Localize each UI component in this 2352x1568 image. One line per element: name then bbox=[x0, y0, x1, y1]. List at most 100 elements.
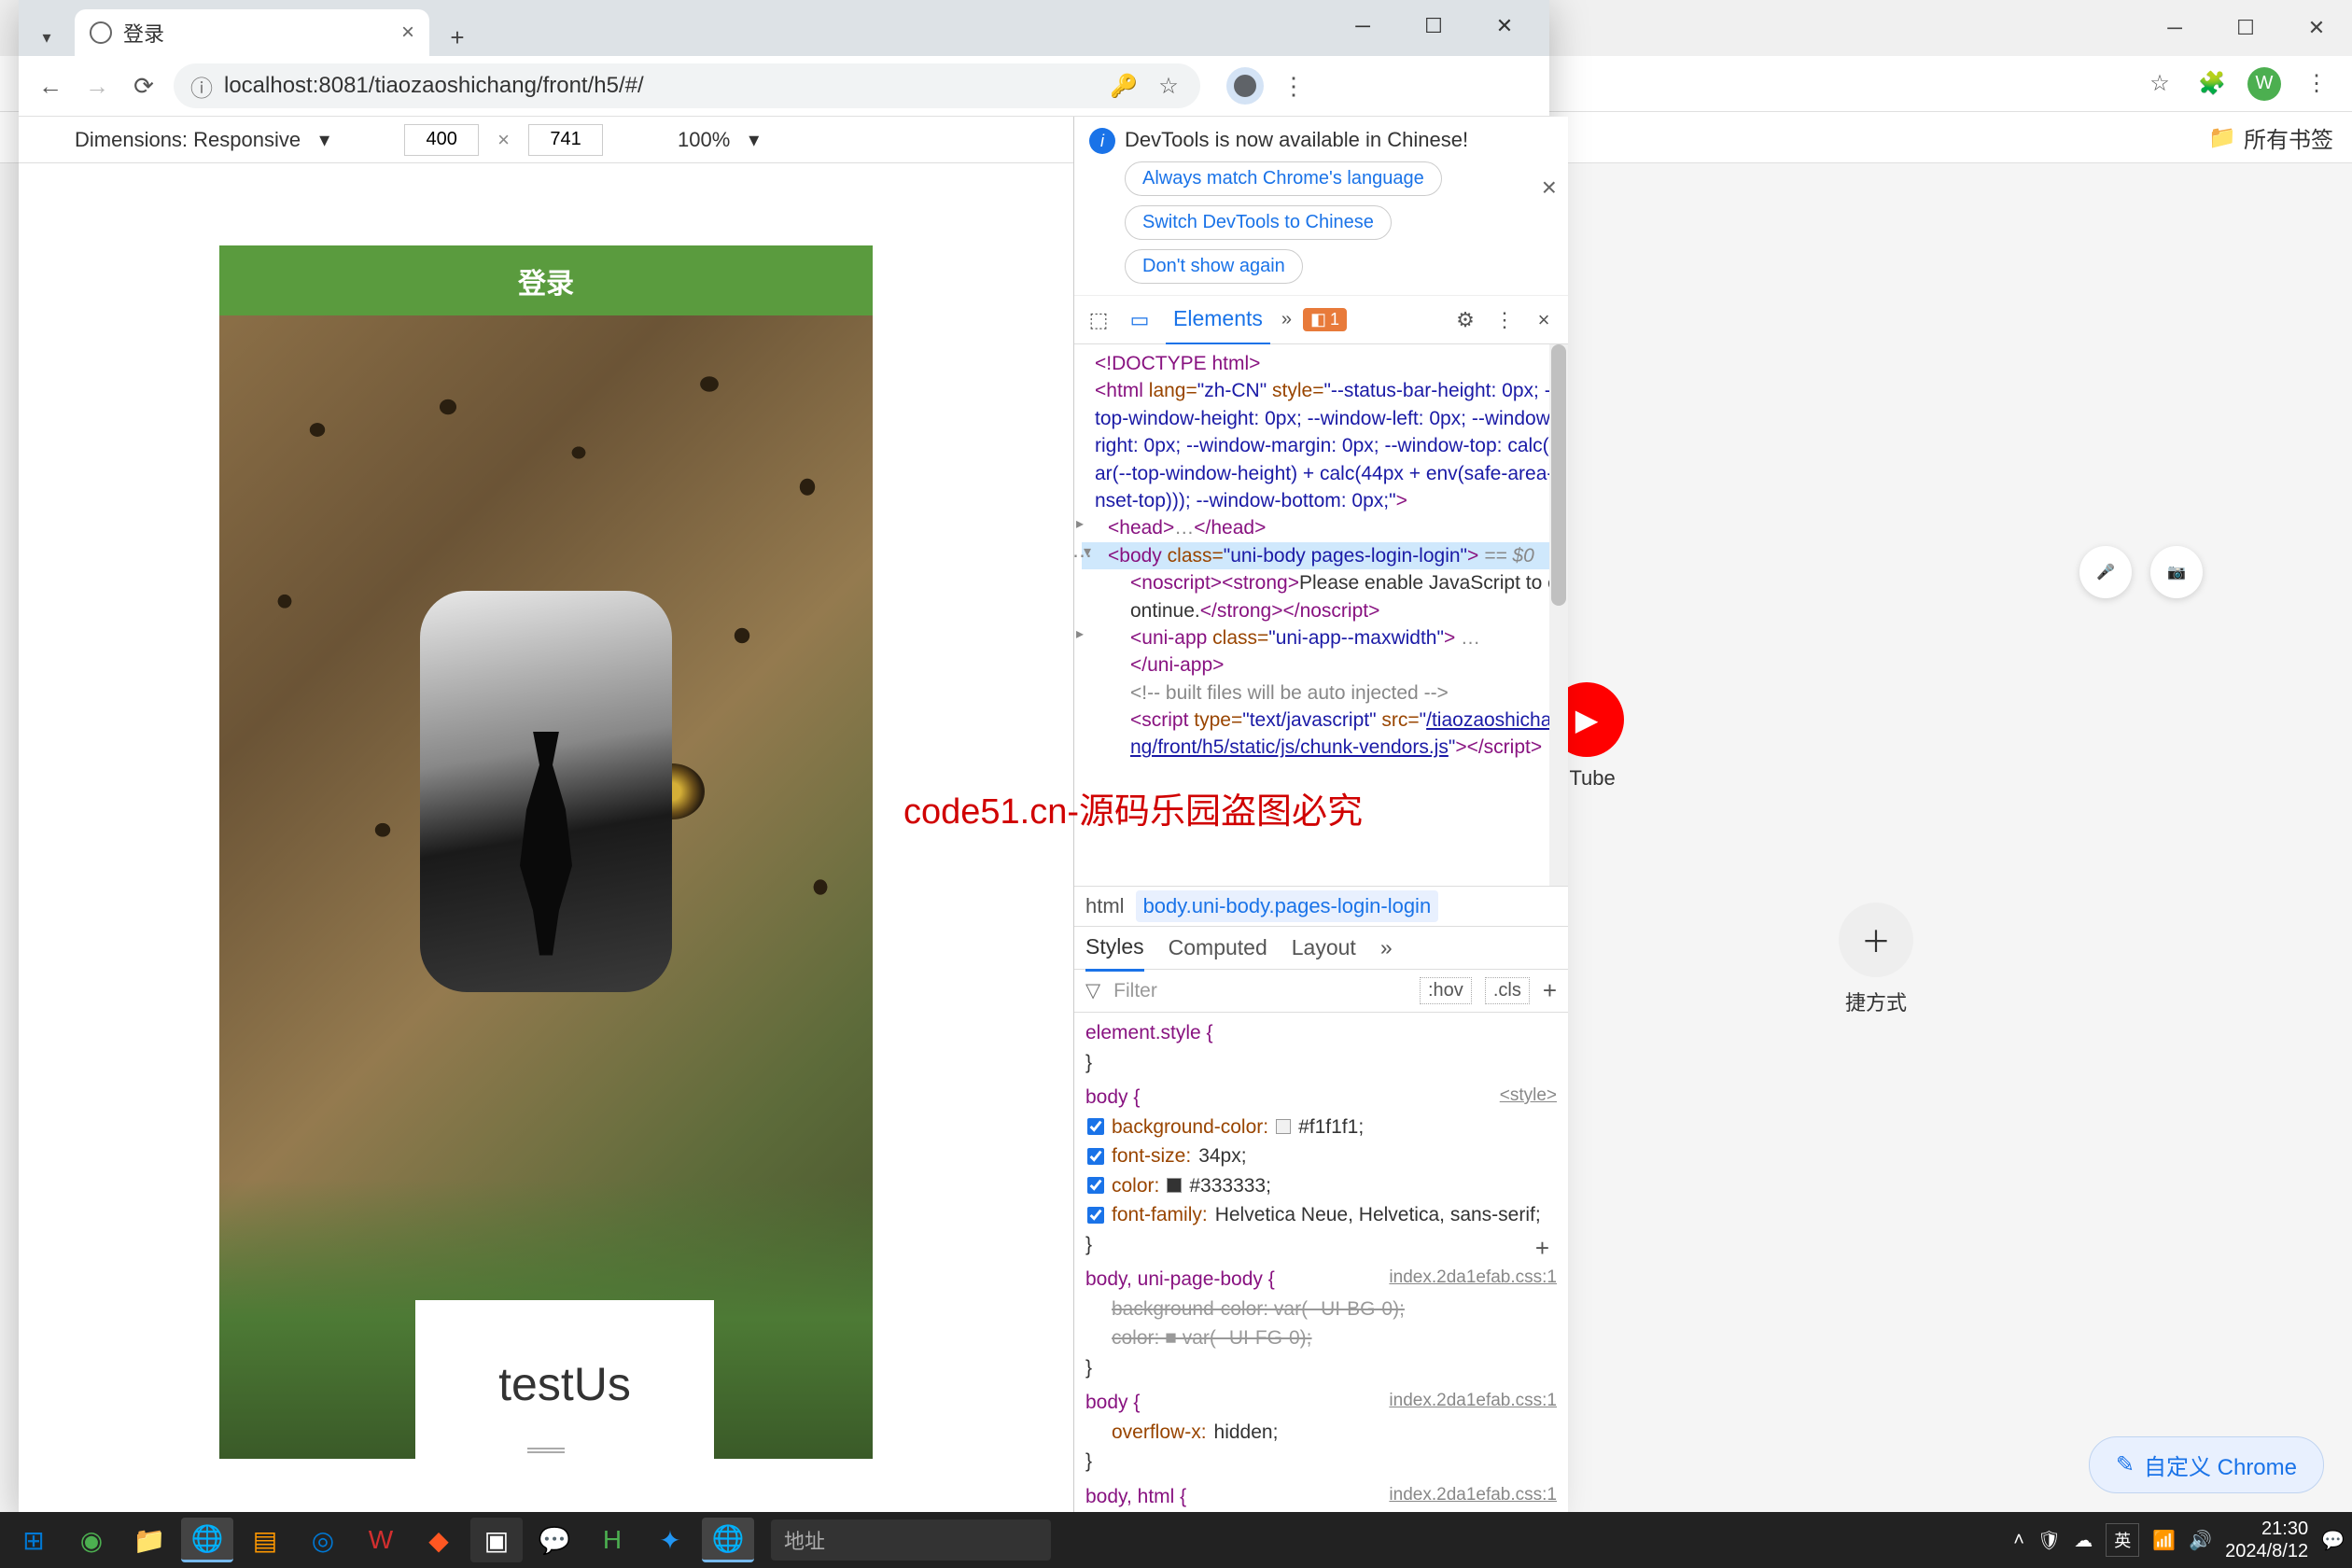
filter-input[interactable]: Filter bbox=[1113, 980, 1407, 1002]
styles-tabs: Styles Computed Layout » bbox=[1074, 927, 1568, 970]
start-button[interactable]: ⊞ bbox=[7, 1518, 60, 1562]
bg-add-shortcut[interactable]: ＋ 捷方式 bbox=[1549, 903, 2203, 1016]
chrome2-taskbar-icon[interactable]: 🌐 bbox=[702, 1518, 754, 1562]
styles-tab[interactable]: Styles bbox=[1085, 925, 1144, 972]
chrome-taskbar-icon[interactable]: 🌐 bbox=[181, 1518, 233, 1562]
layout-tab[interactable]: Layout bbox=[1292, 926, 1356, 970]
inspect-element-icon[interactable]: ⬚ bbox=[1084, 305, 1113, 335]
dom-tree[interactable]: <!DOCTYPE html> <html lang="zh-CN" style… bbox=[1074, 344, 1568, 886]
bookmark-star-icon[interactable]: ☆ bbox=[1154, 71, 1183, 101]
issues-badge[interactable]: ◧ 1 bbox=[1303, 308, 1347, 331]
bg-star-icon[interactable]: ☆ bbox=[2143, 67, 2177, 101]
computed-tab[interactable]: Computed bbox=[1169, 926, 1267, 970]
bg-close-button[interactable]: ✕ bbox=[2300, 11, 2333, 45]
bg-bookmark-all[interactable]: 📁所有书签 bbox=[2208, 121, 2333, 154]
address-bar[interactable]: ⓘ localhost:8081/tiaozaoshichang/front/h… bbox=[174, 63, 1200, 108]
bg-minimize-button[interactable]: ─ bbox=[2158, 11, 2191, 45]
devtools-close-icon[interactable]: × bbox=[1529, 305, 1559, 335]
sublime-icon[interactable]: ▤ bbox=[239, 1518, 291, 1562]
pencil-icon: ✎ bbox=[2116, 1451, 2135, 1478]
clock[interactable]: 21:30 2024/8/12 bbox=[2225, 1518, 2308, 1562]
tab-search-dropdown[interactable]: ▾ bbox=[28, 19, 65, 56]
wechat-icon[interactable]: 💬 bbox=[528, 1518, 581, 1562]
prop-checkbox[interactable] bbox=[1087, 1148, 1104, 1165]
dom-breadcrumb[interactable]: html body.uni-body.pages-login-login bbox=[1074, 886, 1568, 927]
breadcrumb-body[interactable]: body.uni-body.pages-login-login bbox=[1136, 890, 1439, 922]
system-tray[interactable]: ˄ 🛡 ☁ 英 📶 🔊 21:30 2024/8/12 💬 bbox=[2013, 1518, 2345, 1562]
always-match-button[interactable]: Always match Chrome's language bbox=[1125, 161, 1442, 196]
bg-voice-search-icon[interactable]: 🎤 bbox=[2079, 546, 2132, 598]
ide-icon[interactable]: ▣ bbox=[470, 1518, 523, 1562]
style-source-link[interactable]: <style> bbox=[1500, 1083, 1557, 1110]
wps-icon[interactable]: W bbox=[355, 1518, 407, 1562]
tray-chevron-icon[interactable]: ˄ bbox=[2013, 1530, 2024, 1551]
bg-menu-icon[interactable]: ⋮ bbox=[2300, 67, 2333, 101]
zoom-level[interactable]: 100% bbox=[678, 128, 730, 152]
bg-profile-avatar[interactable]: W bbox=[2247, 67, 2281, 101]
back-button[interactable]: ← bbox=[34, 69, 67, 103]
ime-indicator[interactable]: 英 bbox=[2106, 1523, 2139, 1557]
breadcrumb-html[interactable]: html bbox=[1085, 894, 1125, 918]
notice-close-icon[interactable]: × bbox=[1542, 173, 1557, 203]
maximize-button[interactable]: ☐ bbox=[1417, 9, 1450, 43]
devtools-menu-icon[interactable]: ⋮ bbox=[1490, 305, 1519, 335]
style-source-link[interactable]: index.2da1efab.css:1 bbox=[1389, 1388, 1557, 1415]
minimize-button[interactable]: ─ bbox=[1346, 9, 1379, 43]
new-tab-button[interactable]: + bbox=[439, 19, 476, 56]
dimensions-dropdown-icon[interactable]: ▾ bbox=[319, 128, 329, 152]
app-icon-orange[interactable]: ◆ bbox=[413, 1518, 465, 1562]
width-input[interactable] bbox=[404, 124, 479, 156]
tray-cloud-icon[interactable]: ☁ bbox=[2074, 1529, 2093, 1552]
bg-customize-chrome-button[interactable]: ✎ 自定义 Chrome bbox=[2089, 1436, 2324, 1493]
style-source-link[interactable]: index.2da1efab.css:1 bbox=[1389, 1265, 1557, 1292]
chrome-tab-active[interactable]: 登录 × bbox=[75, 9, 429, 56]
tabs-overflow-icon[interactable]: » bbox=[1281, 309, 1292, 330]
site-info-icon[interactable]: ⓘ bbox=[190, 70, 213, 103]
tray-shield-icon[interactable]: 🛡 bbox=[2037, 1529, 2061, 1552]
dimensions-label[interactable]: Dimensions: Responsive bbox=[75, 128, 301, 152]
profile-button[interactable] bbox=[1226, 67, 1264, 105]
password-key-icon[interactable]: 🔑 bbox=[1109, 71, 1139, 101]
app-icon-h[interactable]: H bbox=[586, 1518, 638, 1562]
volume-icon[interactable]: 🔊 bbox=[2189, 1529, 2212, 1552]
styles-filter-bar: ▽ Filter :hov .cls + bbox=[1074, 970, 1568, 1013]
tab-close-icon[interactable]: × bbox=[401, 20, 414, 46]
notifications-icon[interactable]: 💬 bbox=[2321, 1529, 2345, 1552]
taskbar-app-1[interactable]: ◉ bbox=[65, 1518, 118, 1562]
taskbar-search[interactable]: 地址 bbox=[771, 1519, 1051, 1561]
styles-panel[interactable]: element.style { } <style> body { backgro… bbox=[1074, 1013, 1568, 1512]
prop-checkbox[interactable] bbox=[1087, 1118, 1104, 1135]
phone-drag-handle[interactable] bbox=[527, 1448, 565, 1453]
elements-tab[interactable]: Elements bbox=[1166, 295, 1270, 345]
app-icon-blue[interactable]: ✦ bbox=[644, 1518, 696, 1562]
edge-icon[interactable]: ◎ bbox=[297, 1518, 349, 1562]
tab-favicon-icon bbox=[90, 21, 112, 44]
hov-toggle[interactable]: :hov bbox=[1420, 977, 1472, 1004]
zoom-dropdown-icon[interactable]: ▾ bbox=[749, 128, 759, 152]
phone-frame[interactable]: 登录 testUs bbox=[219, 245, 873, 1459]
prop-checkbox[interactable] bbox=[1087, 1207, 1104, 1224]
add-rule-icon[interactable]: + bbox=[1543, 976, 1557, 1005]
forward-button[interactable]: → bbox=[80, 69, 114, 103]
dont-show-button[interactable]: Don't show again bbox=[1125, 249, 1303, 284]
settings-gear-icon[interactable]: ⚙ bbox=[1450, 305, 1480, 335]
bg-maximize-button[interactable]: ☐ bbox=[2229, 11, 2262, 45]
styles-overflow-icon[interactable]: » bbox=[1380, 926, 1393, 970]
height-input[interactable] bbox=[528, 124, 603, 156]
add-property-icon[interactable]: + bbox=[1535, 1230, 1549, 1267]
close-button[interactable]: ✕ bbox=[1488, 9, 1521, 43]
style-source-link[interactable]: index.2da1efab.css:1 bbox=[1389, 1482, 1557, 1509]
file-explorer-icon[interactable]: 📁 bbox=[123, 1518, 175, 1562]
cls-toggle[interactable]: .cls bbox=[1485, 977, 1530, 1004]
reload-button[interactable]: ⟳ bbox=[127, 69, 161, 103]
device-toggle-icon[interactable]: ▭ bbox=[1125, 305, 1155, 335]
prop-checkbox[interactable] bbox=[1087, 1177, 1104, 1194]
bg-extensions-icon[interactable]: 🧩 bbox=[2195, 67, 2229, 101]
chrome-menu-button[interactable]: ⋮ bbox=[1277, 69, 1310, 103]
url-text: localhost:8081/tiaozaoshichang/front/h5/… bbox=[224, 73, 644, 99]
dom-scrollbar[interactable] bbox=[1549, 344, 1568, 886]
switch-chinese-button[interactable]: Switch DevTools to Chinese bbox=[1125, 205, 1392, 240]
wifi-icon[interactable]: 📶 bbox=[2152, 1529, 2176, 1552]
username-input[interactable]: testUs bbox=[415, 1300, 714, 1459]
bg-lens-search-icon[interactable]: 📷 bbox=[2150, 546, 2203, 598]
